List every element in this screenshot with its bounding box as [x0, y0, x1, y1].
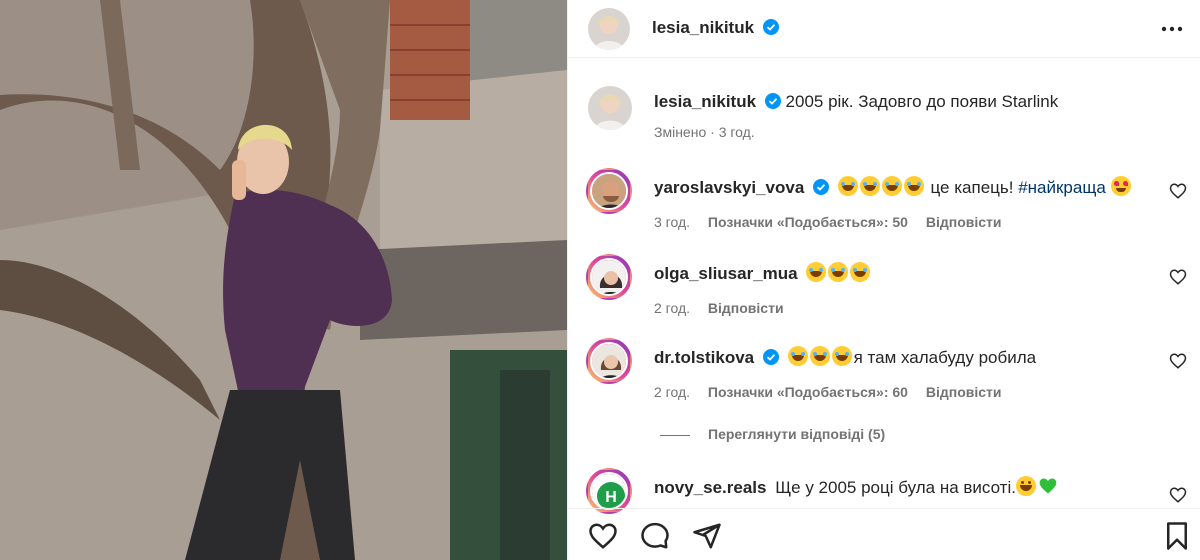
commenter-username[interactable]: dr.tolstikova	[654, 348, 754, 367]
author-avatar[interactable]	[588, 8, 630, 50]
laughing-emoji-icon	[903, 176, 924, 196]
divider-line	[660, 434, 690, 436]
comment-time[interactable]: 3 год.	[654, 214, 690, 230]
laughing-emoji-icon	[859, 176, 880, 196]
comment-likes-count[interactable]: Позначки «Подобається»: 60	[708, 384, 908, 400]
reply-button[interactable]: Відповісти	[708, 300, 784, 316]
laughing-emoji-icon	[806, 262, 827, 282]
laughing-emoji-icon	[787, 346, 808, 366]
caption-text: 2005 рік. Задовго до появи Starlink	[785, 92, 1059, 111]
comment-like-icon[interactable]	[1169, 268, 1187, 286]
verified-badge-icon	[813, 179, 830, 195]
commenter-username[interactable]: novy_se.reals	[654, 478, 766, 497]
verified-badge-icon	[764, 93, 781, 109]
post-photo-illustration	[0, 0, 567, 560]
laughing-emoji-icon	[809, 346, 830, 366]
caption-author-avatar[interactable]	[588, 86, 632, 130]
comment-text: я там халабуду робила	[853, 348, 1037, 367]
svg-text:H: H	[605, 489, 617, 506]
post-photo[interactable]	[0, 0, 567, 560]
laughing-emoji-icon	[850, 262, 871, 282]
more-options-icon[interactable]	[1159, 17, 1185, 41]
verified-badge-icon	[762, 19, 779, 35]
comment-likes-count[interactable]: Позначки «Подобається»: 50	[708, 214, 908, 230]
edited-label: Змінено	[654, 124, 707, 140]
comment-like-icon[interactable]	[1169, 352, 1187, 370]
view-replies-button[interactable]: Переглянути відповіді (5)	[660, 426, 885, 442]
share-icon[interactable]	[692, 521, 722, 551]
hashtag-link[interactable]: #найкраща	[1018, 178, 1106, 197]
laughing-emoji-icon	[831, 346, 852, 366]
post-time[interactable]: 3 год.	[719, 124, 755, 140]
commenter-username[interactable]: olga_sliusar_mua	[654, 264, 798, 283]
reply-button[interactable]: Відповісти	[926, 384, 1002, 400]
green-heart-emoji-icon	[1039, 478, 1057, 494]
heart-eyes-emoji-icon	[1110, 176, 1131, 196]
verified-badge-icon	[762, 349, 779, 365]
heart-outline-icon[interactable]	[588, 521, 618, 551]
comment-time[interactable]: 2 год.	[654, 384, 690, 400]
commenter-avatar[interactable]	[586, 254, 632, 300]
commenter-username[interactable]: yaroslavskyi_vova	[654, 178, 804, 197]
post-header: lesia_nikituk	[568, 0, 1200, 58]
comment-time[interactable]: 2 год.	[654, 300, 690, 316]
comment-like-icon[interactable]	[1169, 486, 1187, 504]
post-side-panel: lesia_nikituk lesia_nikituk 2005 рік. За…	[567, 0, 1200, 560]
grinning-emoji-icon	[1015, 476, 1036, 496]
commenter-avatar[interactable]	[586, 338, 632, 384]
comment-text: це капець!	[930, 178, 1014, 197]
comment-icon[interactable]	[640, 521, 670, 551]
comment-like-icon[interactable]	[1169, 182, 1187, 200]
caption-username[interactable]: lesia_nikituk	[654, 92, 756, 111]
laughing-emoji-icon	[881, 176, 902, 196]
laughing-emoji-icon	[837, 176, 858, 196]
post-action-bar	[568, 508, 1200, 560]
bookmark-icon[interactable]	[1162, 521, 1192, 551]
comment-text: Ще у 2005 році була на висоті.	[775, 478, 1016, 497]
commenter-avatar[interactable]	[586, 168, 632, 214]
author-username[interactable]: lesia_nikituk	[652, 18, 754, 37]
reply-button[interactable]: Відповісти	[926, 214, 1002, 230]
laughing-emoji-icon	[828, 262, 849, 282]
view-replies-label: Переглянути відповіді (5)	[708, 426, 886, 442]
